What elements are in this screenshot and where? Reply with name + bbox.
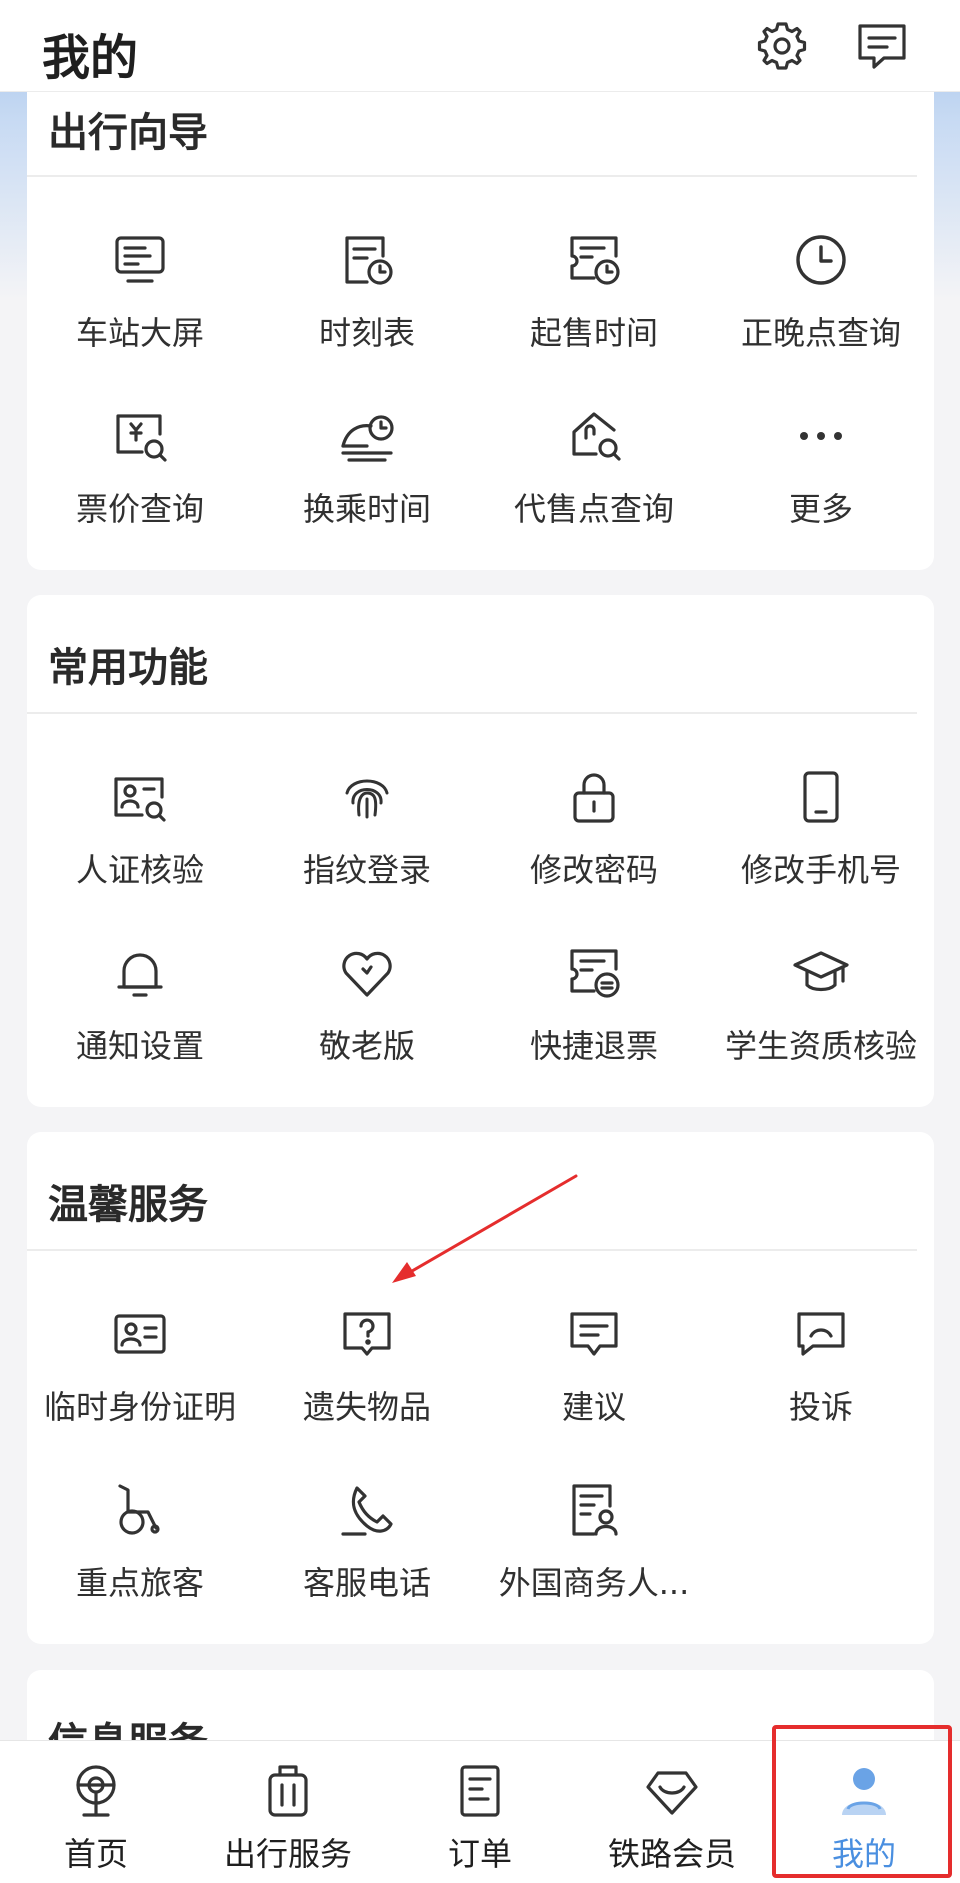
home-icon <box>66 1761 126 1821</box>
id-verify-icon <box>110 767 170 827</box>
grid-item-transfer-time[interactable]: 换乘时间 <box>254 406 480 556</box>
grid-item-label: 重点旅客 <box>75 1564 204 1602</box>
sale-time-icon <box>564 230 624 290</box>
nav-label: 铁路会员 <box>607 1835 736 1873</box>
grid-item-label: 换乘时间 <box>302 490 431 528</box>
grid-item-service-phone[interactable]: 客服电话 <box>254 1480 480 1630</box>
grid-item-label: 更多 <box>788 490 853 528</box>
wheelchair-icon <box>110 1480 170 1540</box>
grid-item-label: 敬老版 <box>318 1027 415 1065</box>
bell-icon <box>110 943 170 1003</box>
id-card-icon <box>110 1304 170 1364</box>
station-screen-icon <box>110 230 170 290</box>
grid-item-label: 代售点查询 <box>513 490 674 528</box>
section-common-functions: 常用功能 人证核验 指纹登录 修改密码 修改手机号 通知设置 敬老版 快捷退票 … <box>27 595 934 1107</box>
grid-item-label: 遗失物品 <box>302 1388 431 1426</box>
grid-item-priority-passenger[interactable]: 重点旅客 <box>27 1480 253 1630</box>
grid-item-label: 人证核验 <box>75 851 204 889</box>
clock-icon <box>791 230 851 290</box>
refund-ticket-icon <box>564 943 624 1003</box>
fingerprint-icon <box>337 767 397 827</box>
annotation-arrow <box>392 1174 578 1283</box>
divider <box>27 175 917 177</box>
grid-item-label: 指纹登录 <box>302 851 431 889</box>
grid-item-label: 投诉 <box>788 1388 853 1426</box>
header: 我的 <box>0 0 960 92</box>
grid-item-label: 客服电话 <box>302 1564 431 1602</box>
grid-item-timetable[interactable]: 时刻表 <box>254 230 480 380</box>
nav-label: 出行服务 <box>223 1835 352 1873</box>
message-icon[interactable] <box>852 16 912 76</box>
grid-item-agency-search[interactable]: 代售点查询 <box>481 406 707 556</box>
complaint-icon <box>791 1304 851 1364</box>
fare-search-icon <box>110 406 170 466</box>
grid-item-label: 车站大屏 <box>75 314 204 352</box>
grid-item-sale-time[interactable]: 起售时间 <box>481 230 707 380</box>
grid-item-fingerprint-login[interactable]: 指纹登录 <box>254 767 480 917</box>
grid-item-label: 外国商务人... <box>498 1564 690 1602</box>
grid-item-change-phone[interactable]: 修改手机号 <box>708 767 934 917</box>
transfer-time-icon <box>337 406 397 466</box>
phone-call-icon <box>337 1480 397 1540</box>
foreign-business-icon <box>564 1480 624 1540</box>
grid-item-label: 建议 <box>561 1388 626 1426</box>
grid-item-foreign-business[interactable]: 外国商务人... <box>481 1480 707 1630</box>
grid-item-elderly-mode[interactable]: 敬老版 <box>254 943 480 1093</box>
luggage-icon <box>258 1761 318 1821</box>
grid-item-more[interactable]: 更多 <box>708 406 934 556</box>
annotation-highlight-box <box>772 1725 952 1878</box>
section-travel-guide: 出行向导 车站大屏 时刻表 起售时间 正晚点查询 票价查询 换乘时间 代售点查询… <box>27 92 934 570</box>
heart-icon <box>337 943 397 1003</box>
section-title: 常用功能 <box>48 645 208 691</box>
member-icon <box>642 1761 702 1821</box>
section-title: 出行向导 <box>48 110 208 156</box>
grid-item-label: 票价查询 <box>75 490 204 528</box>
nav-label: 订单 <box>447 1835 512 1873</box>
nav-member[interactable]: 铁路会员 <box>576 1741 768 1883</box>
agency-search-icon <box>564 406 624 466</box>
grid-item-quick-refund[interactable]: 快捷退票 <box>481 943 707 1093</box>
lock-icon <box>564 767 624 827</box>
suggestion-icon <box>564 1304 624 1364</box>
grid-item-delay-query[interactable]: 正晚点查询 <box>708 230 934 380</box>
grid-item-label: 快捷退票 <box>529 1027 658 1065</box>
grid-item-label: 正晚点查询 <box>740 314 901 352</box>
nav-label: 首页 <box>63 1835 128 1873</box>
grid-item-label: 临时身份证明 <box>43 1388 236 1426</box>
divider <box>27 712 917 714</box>
grid-item-label: 学生资质核验 <box>724 1027 917 1065</box>
nav-travel-service[interactable]: 出行服务 <box>192 1741 384 1883</box>
grid-item-station-screen[interactable]: 车站大屏 <box>27 230 253 380</box>
timetable-icon <box>337 230 397 290</box>
grid-item-label: 起售时间 <box>529 314 658 352</box>
grid-item-label: 通知设置 <box>75 1027 204 1065</box>
nav-home[interactable]: 首页 <box>0 1741 192 1883</box>
grid-item-lost-items[interactable]: 遗失物品 <box>254 1304 480 1454</box>
grid-item-id-verify[interactable]: 人证核验 <box>27 767 253 917</box>
question-icon <box>337 1304 397 1364</box>
grid-item-notification-settings[interactable]: 通知设置 <box>27 943 253 1093</box>
grid-item-label: 修改手机号 <box>740 851 901 889</box>
grid-item-fare-search[interactable]: 票价查询 <box>27 406 253 556</box>
order-icon <box>450 1761 510 1821</box>
more-icon <box>791 406 851 466</box>
phone-icon <box>791 767 851 827</box>
grid-item-suggestion[interactable]: 建议 <box>481 1304 707 1454</box>
gear-icon[interactable] <box>752 16 812 76</box>
section-title: 温馨服务 <box>48 1182 208 1228</box>
nav-orders[interactable]: 订单 <box>384 1741 576 1883</box>
grid-item-student-verify[interactable]: 学生资质核验 <box>708 943 934 1093</box>
grid-item-complaint[interactable]: 投诉 <box>708 1304 934 1454</box>
grid-item-temp-id[interactable]: 临时身份证明 <box>27 1304 253 1454</box>
grid-item-change-password[interactable]: 修改密码 <box>481 767 707 917</box>
page-title: 我的 <box>42 30 139 86</box>
section-title: 信息服务 <box>48 1710 208 1740</box>
scroll-area[interactable]: 出行向导 车站大屏 时刻表 起售时间 正晚点查询 票价查询 换乘时间 代售点查询… <box>0 92 960 1740</box>
grid-item-label: 时刻表 <box>318 314 415 352</box>
grid-item-label: 修改密码 <box>529 851 658 889</box>
graduation-cap-icon <box>791 943 851 1003</box>
